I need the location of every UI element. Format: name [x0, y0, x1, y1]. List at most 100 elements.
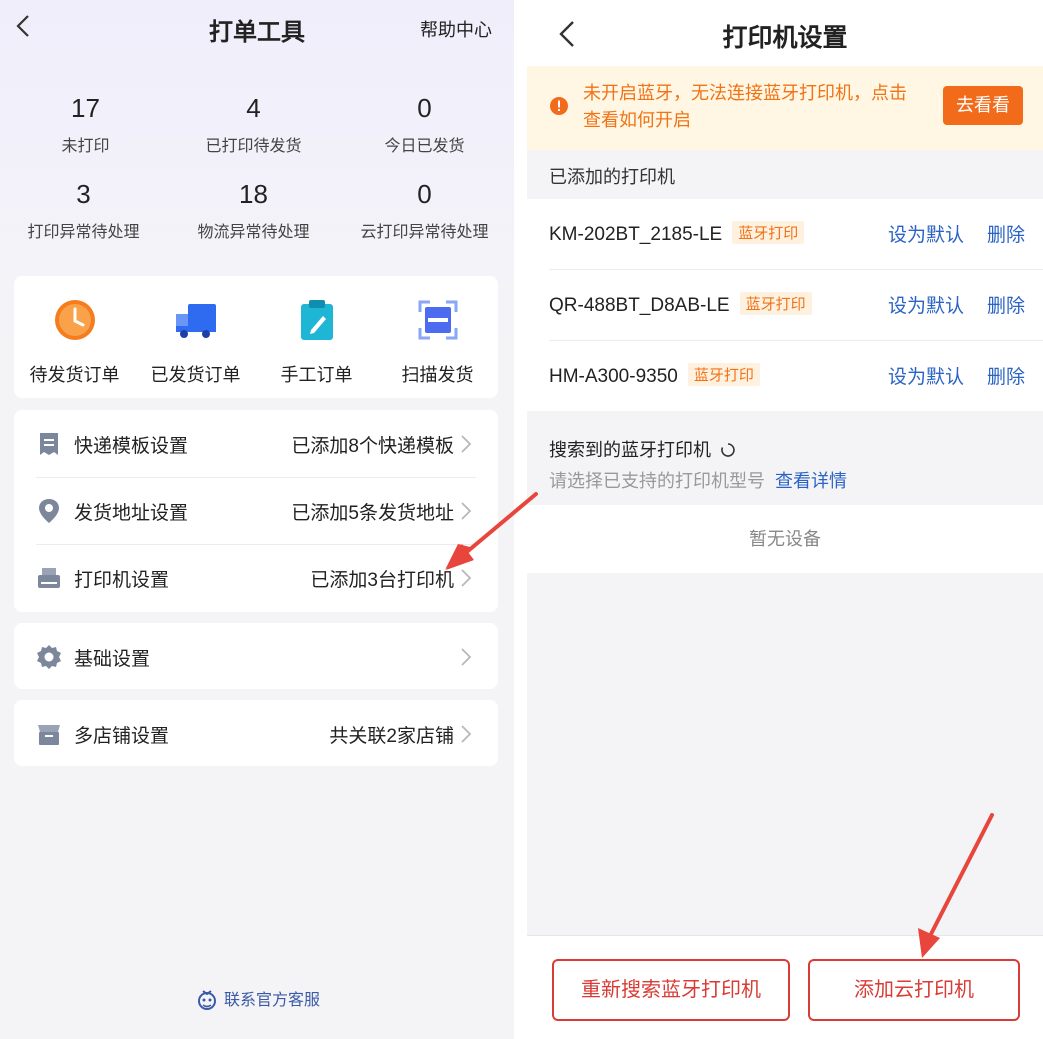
nav-bar: 打印机设置	[527, 0, 1043, 66]
location-pin-icon	[39, 499, 59, 523]
menu-value: 已添加8个快递模板	[291, 436, 454, 457]
bluetooth-search-section: 搜索到的蓝牙打印机 请选择已支持的打印机型号 查看详情	[527, 411, 1043, 505]
chevron-right-icon	[461, 725, 472, 743]
stat-label: 未打印	[61, 138, 110, 155]
search-title: 搜索到的蓝牙打印机	[549, 440, 711, 460]
alert-icon	[550, 97, 568, 115]
printer-row: HM-A300-9350 蓝牙打印 设为默认 删除	[527, 341, 1043, 412]
menu-label: 多店铺设置	[74, 726, 170, 747]
chevron-right-icon	[461, 569, 472, 587]
chevron-right-icon	[461, 435, 472, 453]
menu-item-basic-settings[interactable]: 基础设置	[14, 623, 498, 690]
printer-name: KM-202BT_2185-LE 蓝牙打印	[549, 221, 805, 246]
menu-label: 快递模板设置	[74, 436, 189, 457]
receipt-icon	[40, 433, 58, 455]
set-default-button[interactable]: 设为默认	[888, 291, 964, 318]
printer-name: HM-A300-9350 蓝牙打印	[549, 363, 760, 388]
clock-icon	[54, 300, 95, 340]
dashboard-screen: 打单工具 帮助中心 17 未打印 4 已打印待发货 0 今日已发货 3 打印异常…	[0, 0, 514, 1039]
scan-icon	[418, 300, 457, 340]
bluetooth-tag: 蓝牙打印	[732, 221, 805, 244]
delete-button[interactable]: 删除	[987, 362, 1025, 389]
search-hint-text: 请选择已支持的打印机型号	[549, 471, 765, 491]
printer-model: QR-488BT_D8AB-LE	[549, 295, 730, 316]
bluetooth-warning-banner: 未开启蓝牙，无法连接蓝牙打印机，点击查看如何开启 去看看	[527, 66, 1043, 150]
set-default-button[interactable]: 设为默认	[888, 362, 964, 389]
stat-printed-pending[interactable]: 4 已打印待发货	[168, 90, 339, 156]
printer-row: KM-202BT_2185-LE 蓝牙打印 设为默认 删除	[527, 199, 1043, 270]
menu-label: 发货地址设置	[74, 503, 189, 524]
stat-value: 0	[417, 93, 432, 123]
help-center-link[interactable]: 帮助中心	[420, 16, 492, 42]
view-details-link[interactable]: 查看详情	[775, 471, 847, 491]
chevron-right-icon	[461, 502, 472, 520]
delete-button[interactable]: 删除	[987, 220, 1025, 247]
printer-model: HM-A300-9350	[549, 366, 678, 387]
basic-settings-card: 基础设置	[14, 623, 498, 689]
printer-settings-screen: 打印机设置 未开启蓝牙，无法连接蓝牙打印机，点击查看如何开启 去看看 已添加的打…	[527, 0, 1043, 1039]
stat-label: 已打印待发货	[205, 138, 302, 155]
menu-label: 打印机设置	[74, 570, 170, 591]
bluetooth-tag: 蓝牙打印	[687, 363, 760, 386]
quick-scan-ship[interactable]: 扫描发货	[377, 298, 498, 387]
research-bluetooth-button[interactable]: 重新搜索蓝牙打印机	[552, 959, 790, 1021]
customer-service-icon	[197, 989, 216, 1010]
delete-button[interactable]: 删除	[987, 291, 1025, 318]
clipboard-pen-icon	[300, 300, 333, 340]
menu-item-ship-address[interactable]: 发货地址设置 已添加5条发货地址	[14, 477, 498, 544]
menu-item-multi-store[interactable]: 多店铺设置 共关联2家店铺	[14, 700, 498, 767]
stat-label: 物流异常待处理	[197, 224, 310, 241]
stat-cloud-print-error[interactable]: 0 云打印异常待处理	[339, 176, 510, 242]
contact-label: 联系官方客服	[223, 992, 320, 1009]
truck-icon	[175, 304, 216, 338]
stat-value: 0	[417, 179, 432, 209]
quick-label: 已发货订单	[150, 365, 241, 385]
stat-value: 18	[239, 179, 268, 209]
contact-support-link[interactable]: 联系官方客服	[0, 986, 514, 1014]
added-printers-heading: 已添加的打印机	[549, 167, 675, 187]
stat-label: 打印异常待处理	[27, 224, 140, 241]
menu-value: 已添加3台打印机	[310, 570, 454, 591]
loading-spinner-icon	[721, 443, 735, 457]
bluetooth-tag: 蓝牙打印	[739, 292, 812, 315]
page-title: 打印机设置	[722, 24, 848, 52]
stat-value: 4	[246, 93, 261, 123]
menu-item-printer-settings[interactable]: 打印机设置 已添加3台打印机	[14, 544, 498, 611]
printer-icon	[38, 568, 60, 588]
warning-text[interactable]: 未开启蓝牙，无法连接蓝牙打印机，点击查看如何开启	[583, 80, 923, 134]
stat-unprinted[interactable]: 17 未打印	[0, 90, 171, 156]
stat-value: 17	[71, 93, 100, 123]
settings-menu: 快递模板设置 已添加8个快递模板 发货地址设置 已添加5条发货地址 打印机设置 …	[14, 410, 498, 612]
add-cloud-printer-button[interactable]: 添加云打印机	[808, 959, 1020, 1021]
menu-value: 共关联2家店铺	[329, 726, 454, 747]
menu-item-express-template[interactable]: 快递模板设置 已添加8个快递模板	[14, 410, 498, 477]
store-icon	[38, 725, 60, 745]
bottom-action-bar: 重新搜索蓝牙打印机 添加云打印机	[527, 935, 1043, 1039]
menu-value: 已添加5条发货地址	[291, 503, 454, 524]
quick-label: 手工订单	[280, 365, 353, 385]
printer-list: KM-202BT_2185-LE 蓝牙打印 设为默认 删除 QR-488BT_D8…	[527, 199, 1043, 411]
multi-store-card: 多店铺设置 共关联2家店铺	[14, 700, 498, 766]
go-see-button[interactable]: 去看看	[943, 86, 1023, 125]
quick-label: 待发货订单	[29, 365, 120, 385]
stat-value: 3	[76, 179, 91, 209]
search-heading: 搜索到的蓝牙打印机	[549, 436, 736, 462]
printer-row: QR-488BT_D8AB-LE 蓝牙打印 设为默认 删除	[527, 270, 1043, 341]
stat-shipped-today[interactable]: 0 今日已发货	[339, 90, 510, 156]
empty-state: 暂无设备	[527, 505, 1043, 573]
printer-name: QR-488BT_D8AB-LE 蓝牙打印	[549, 292, 812, 317]
gear-icon	[37, 645, 61, 669]
chevron-right-icon	[461, 648, 472, 666]
quick-actions: 待发货订单 已发货订单 手工订单 扫描发货	[14, 276, 498, 398]
menu-label: 基础设置	[74, 649, 151, 670]
quick-manual-orders[interactable]: 手工订单	[256, 298, 377, 387]
panel-divider	[514, 0, 527, 1039]
stat-label: 今日已发货	[384, 138, 465, 155]
quick-shipped-orders[interactable]: 已发货订单	[135, 298, 256, 387]
quick-pending-orders[interactable]: 待发货订单	[14, 298, 135, 387]
set-default-button[interactable]: 设为默认	[888, 220, 964, 247]
search-hint: 请选择已支持的打印机型号 查看详情	[549, 467, 847, 493]
stat-label: 云打印异常待处理	[360, 224, 489, 241]
stat-logistics-error[interactable]: 18 物流异常待处理	[168, 176, 339, 242]
stat-print-error[interactable]: 3 打印异常待处理	[0, 176, 169, 242]
